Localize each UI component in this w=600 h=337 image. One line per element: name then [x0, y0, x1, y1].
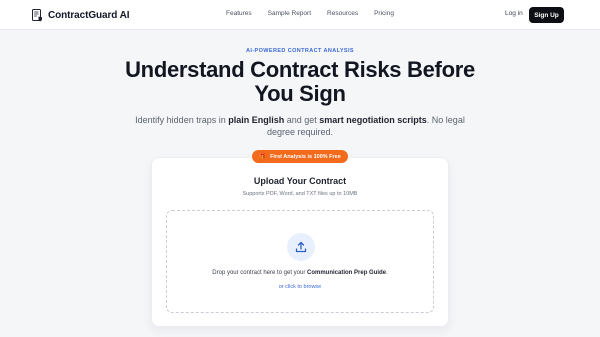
- upload-card: Upload Your Contract Supports PDF, Word,…: [151, 157, 449, 327]
- nav-link-resources[interactable]: Resources: [327, 10, 358, 17]
- subhead-text-2: and get: [284, 115, 320, 125]
- subhead-bold-negotiation-scripts: smart negotiation scripts: [319, 115, 427, 125]
- nav-link-features[interactable]: Features: [226, 10, 252, 17]
- upload-card-title: Upload Your Contract: [253, 176, 347, 186]
- browse-link[interactable]: or click to browse: [167, 284, 433, 290]
- main-nav: Features Sample Report Resources Pricing: [226, 10, 410, 17]
- dropzone-instruction: Drop your contract here to get your Comm…: [167, 270, 433, 276]
- upload-icon-badge: [287, 233, 315, 261]
- login-link[interactable]: Log in: [505, 10, 523, 17]
- free-analysis-badge: 🎁 First Analysis is 100% Free: [252, 150, 348, 163]
- subhead-text-1: Identify hidden traps in: [135, 115, 229, 125]
- hero-subheading: Identify hidden traps in plain English a…: [130, 114, 470, 138]
- free-analysis-label: First Analysis is 100% Free: [270, 153, 341, 160]
- subhead-bold-plain-english: plain English: [228, 115, 285, 125]
- gift-icon: 🎁: [259, 153, 267, 160]
- brand-logo[interactable]: ContractGuard AI: [32, 8, 129, 22]
- contract-dropzone[interactable]: Drop your contract here to get your Comm…: [166, 210, 434, 313]
- brand-name: ContractGuard AI: [48, 9, 130, 21]
- headline-line-1: Understand Contract Risks Before: [125, 57, 475, 82]
- nav-link-sample-report[interactable]: Sample Report: [268, 10, 311, 17]
- upload-icon: [295, 241, 307, 253]
- drop-text-1: Drop your contract here to get your: [212, 270, 308, 276]
- hero-headline: Understand Contract Risks Before You Sig…: [100, 58, 500, 106]
- top-navbar: ContractGuard AI Features Sample Report …: [0, 0, 600, 30]
- headline-line-2: You Sign: [254, 81, 346, 106]
- signup-button[interactable]: Sign Up: [529, 7, 564, 23]
- supported-formats-note: Supports PDF, Word, and TXT files up to …: [242, 191, 358, 197]
- drop-text-bold: Communication Prep Guide: [307, 270, 387, 276]
- nav-link-pricing[interactable]: Pricing: [374, 10, 394, 17]
- hero-eyebrow: AI-POWERED CONTRACT ANALYSIS: [246, 48, 354, 54]
- drop-text-2: .: [386, 270, 388, 276]
- document-shield-icon: [32, 8, 42, 21]
